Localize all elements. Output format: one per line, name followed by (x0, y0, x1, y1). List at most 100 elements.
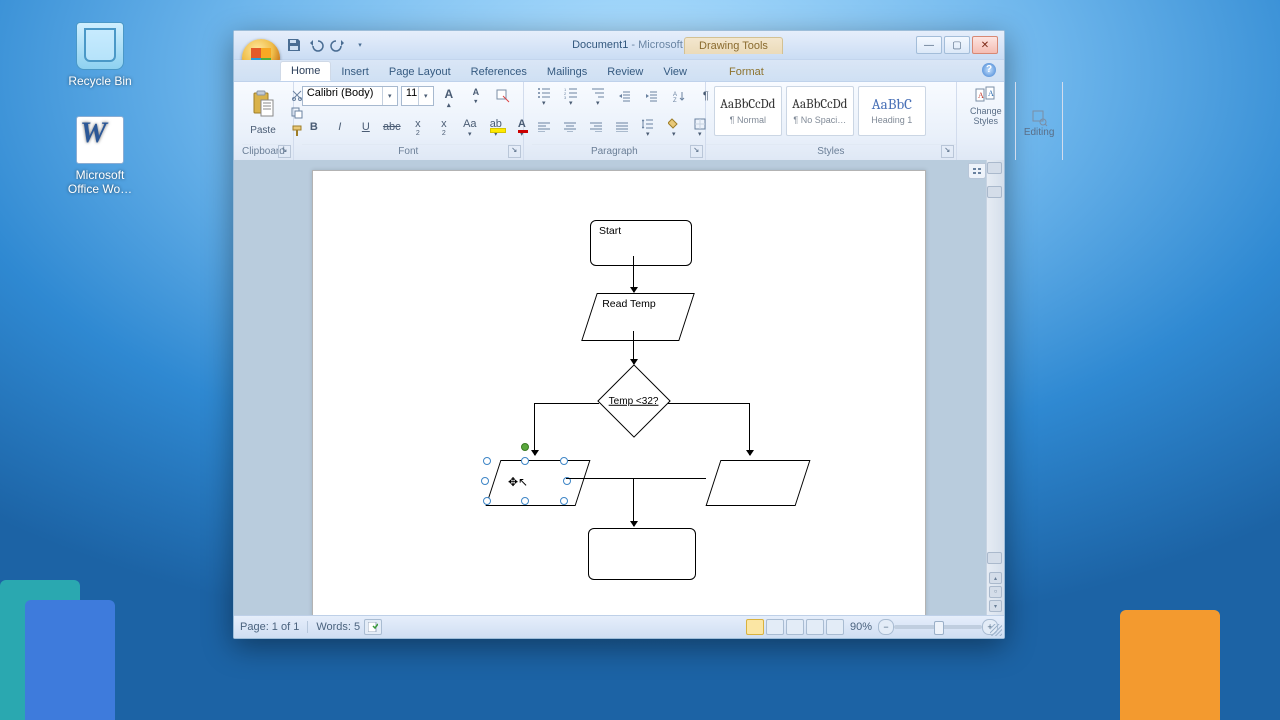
tab-mailings[interactable]: Mailings (537, 63, 597, 81)
strikethrough-button[interactable]: abc (380, 117, 404, 137)
select-browse-object-button[interactable]: ○ (989, 586, 1002, 598)
connector[interactable] (566, 478, 633, 479)
superscript-button[interactable]: x2 (432, 117, 456, 137)
align-left-button[interactable] (532, 117, 556, 137)
flowchart-io-left[interactable] (486, 460, 591, 506)
desktop-recycle-bin[interactable]: Recycle Bin (60, 22, 140, 88)
redo-button[interactable] (330, 37, 346, 53)
connector[interactable] (633, 478, 706, 479)
tab-review[interactable]: Review (597, 63, 653, 81)
draft-view-button[interactable] (826, 619, 844, 635)
print-layout-view-button[interactable] (746, 619, 764, 635)
full-screen-reading-view-button[interactable] (766, 619, 784, 635)
status-page[interactable]: Page: 1 of 1 (240, 621, 299, 633)
tab-insert[interactable]: Insert (331, 63, 379, 81)
connector[interactable] (534, 403, 535, 455)
increase-indent-button[interactable] (640, 86, 664, 106)
tab-references[interactable]: References (461, 63, 537, 81)
outline-view-button[interactable] (806, 619, 824, 635)
qat-customize-button[interactable]: ▾ (352, 37, 368, 53)
flowchart-io-read-temp[interactable]: Read Temp (581, 293, 695, 341)
scroll-up-button[interactable] (987, 162, 1002, 174)
flowchart-terminator-end[interactable] (588, 528, 696, 580)
numbering-button[interactable]: 123▾ (559, 86, 583, 106)
flowchart-io-right[interactable] (706, 460, 811, 506)
align-right-button[interactable] (584, 117, 608, 137)
paste-button[interactable]: Paste (242, 86, 284, 140)
connector[interactable] (749, 403, 750, 455)
proofing-status-button[interactable] (364, 619, 382, 635)
connector[interactable] (633, 256, 634, 292)
resize-handle[interactable] (483, 497, 491, 505)
rotate-handle[interactable] (521, 443, 529, 451)
font-size-combo[interactable]: 11 ▾ (401, 86, 434, 106)
bg-stripe (1120, 610, 1220, 720)
resize-handle[interactable] (483, 457, 491, 465)
bullets-button[interactable]: ▾ (532, 86, 556, 106)
desktop-word-shortcut[interactable]: Microsoft Office Wo… (60, 116, 140, 196)
zoom-slider-thumb[interactable] (934, 621, 944, 635)
scroll-thumb[interactable] (987, 186, 1002, 198)
zoom-level[interactable]: 90% (850, 621, 872, 633)
resize-handle[interactable] (560, 457, 568, 465)
grow-font-button[interactable]: A▴ (437, 86, 461, 106)
save-button[interactable] (286, 37, 302, 53)
tab-page-layout[interactable]: Page Layout (379, 63, 461, 81)
resize-handle[interactable] (560, 497, 568, 505)
style-heading-1[interactable]: AaBbC Heading 1 (858, 86, 926, 136)
resize-grip[interactable] (990, 624, 1002, 636)
document-viewport[interactable]: Start Read Temp Temp <32? (234, 160, 1004, 616)
group-editing[interactable]: Editing (1016, 82, 1064, 160)
subscript-button[interactable]: x2 (406, 117, 430, 137)
undo-button[interactable] (308, 37, 324, 53)
connector[interactable] (668, 403, 750, 404)
sort-button[interactable]: AZ (667, 86, 691, 106)
change-case-button[interactable]: Aa▾ (458, 117, 482, 137)
highlight-color-button[interactable]: ab▾ (484, 117, 508, 137)
clipboard-launcher[interactable]: ↘ (278, 145, 291, 158)
status-words[interactable]: Words: 5 (316, 621, 360, 633)
paragraph-launcher[interactable]: ↘ (690, 145, 703, 158)
web-layout-view-button[interactable] (786, 619, 804, 635)
align-center-button[interactable] (558, 117, 582, 137)
scroll-down-button[interactable] (987, 552, 1002, 564)
zoom-slider[interactable] (894, 625, 982, 629)
shading-button[interactable]: ▾ (662, 117, 686, 137)
window-controls: — ▢ ✕ (916, 36, 998, 54)
style-normal[interactable]: AaBbCcDd ¶ Normal (714, 86, 782, 136)
justify-button[interactable] (610, 117, 634, 137)
shrink-font-button[interactable]: A▾ (464, 86, 488, 106)
styles-launcher[interactable]: ↘ (941, 145, 954, 158)
resize-handle[interactable] (521, 497, 529, 505)
help-button[interactable]: ? (982, 63, 996, 77)
underline-button[interactable]: U (354, 117, 378, 137)
close-button[interactable]: ✕ (972, 36, 998, 54)
resize-handle[interactable] (521, 457, 529, 465)
vertical-scrollbar[interactable]: ▴ ○ ▾ (986, 160, 1004, 616)
change-styles-button[interactable]: AA Change Styles (957, 82, 1016, 160)
connector[interactable] (633, 331, 634, 364)
connector[interactable] (633, 478, 634, 526)
decrease-indent-button[interactable] (613, 86, 637, 106)
tab-home[interactable]: Home (280, 61, 331, 81)
previous-object-button[interactable]: ▴ (989, 572, 1002, 584)
flowchart-terminator-start[interactable]: Start (590, 220, 692, 266)
tab-view[interactable]: View (653, 63, 697, 81)
font-launcher[interactable]: ↘ (508, 145, 521, 158)
style-no-spacing[interactable]: AaBbCcDd ¶ No Spaci… (786, 86, 854, 136)
italic-button[interactable]: I (328, 117, 352, 137)
clear-formatting-button[interactable] (491, 86, 515, 106)
connector[interactable] (534, 403, 599, 404)
zoom-out-button[interactable]: − (878, 619, 894, 635)
tab-format[interactable]: Format (719, 63, 774, 81)
anchor-options-button[interactable] (968, 163, 986, 179)
maximize-button[interactable]: ▢ (944, 36, 970, 54)
minimize-button[interactable]: — (916, 36, 942, 54)
bold-button[interactable]: B (302, 117, 326, 137)
flowchart-decision-temp[interactable]: Temp <32? (597, 364, 671, 438)
multilevel-list-button[interactable]: ▾ (586, 86, 610, 106)
line-spacing-button[interactable]: ▾ (636, 117, 660, 137)
resize-handle[interactable] (481, 477, 489, 485)
font-name-combo[interactable]: Calibri (Body) ▾ (302, 86, 398, 106)
next-object-button[interactable]: ▾ (989, 600, 1002, 612)
